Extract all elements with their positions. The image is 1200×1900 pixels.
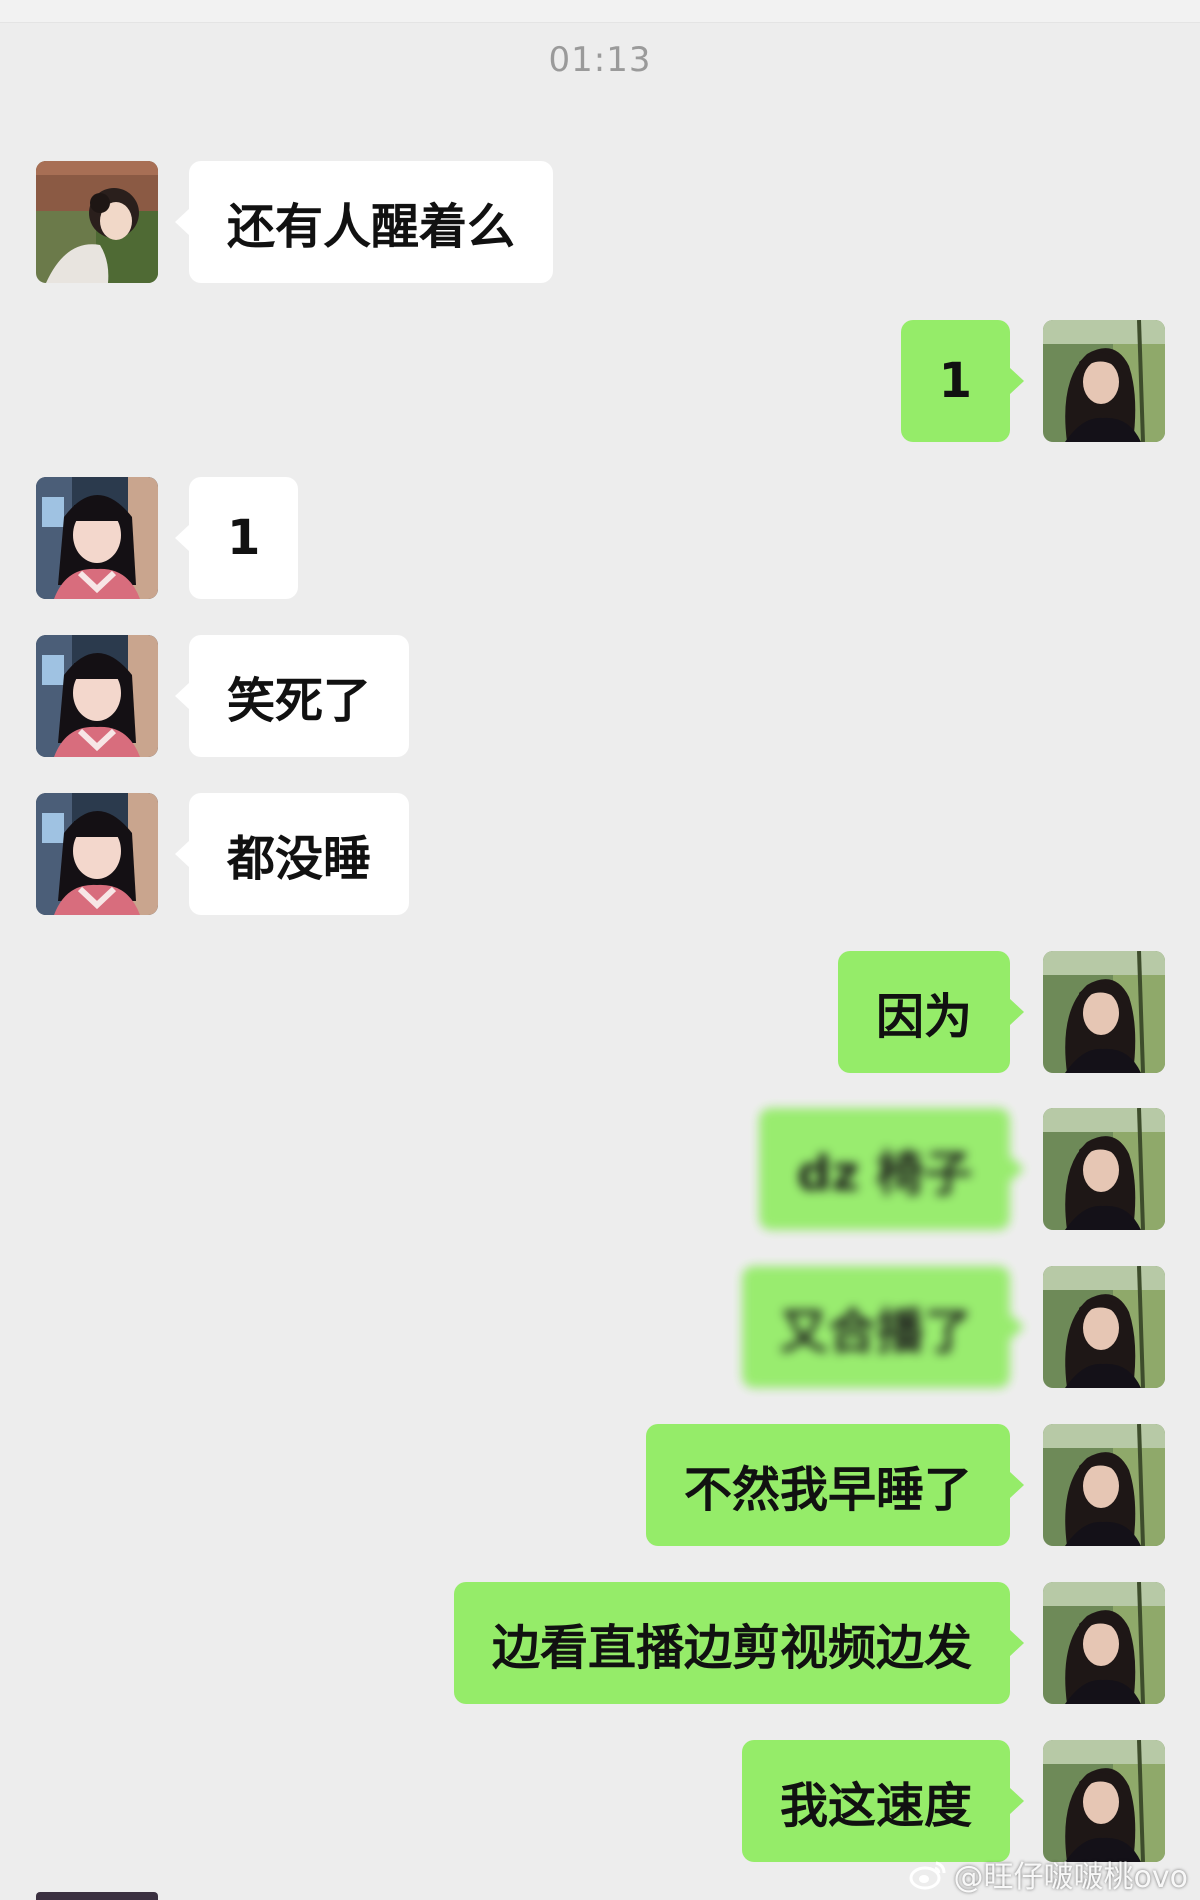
sent-message-bubble[interactable]: 又合播了 xyxy=(741,1266,1025,1388)
contact-avatar[interactable] xyxy=(36,635,158,757)
sent-message-bubble[interactable]: 1 xyxy=(900,320,1025,442)
next-message-avatar-edge xyxy=(36,1892,158,1900)
self-avatar[interactable] xyxy=(1043,320,1165,442)
sent-message-bubble[interactable]: dz 椅子 xyxy=(758,1108,1025,1230)
message-row: 边看直播边剪视频边发 xyxy=(0,1582,1200,1704)
message-row: 因为 xyxy=(0,951,1200,1073)
weibo-icon xyxy=(909,1861,946,1890)
sent-message-bubble[interactable]: 边看直播边剪视频边发 xyxy=(453,1582,1025,1704)
received-message-bubble[interactable]: 笑死了 xyxy=(174,635,410,757)
self-avatar[interactable] xyxy=(1043,1266,1165,1388)
top-strip xyxy=(0,0,1200,23)
contact-avatar[interactable] xyxy=(36,161,158,283)
message-row: 还有人醒着么 xyxy=(0,161,1200,283)
message-row: 1 xyxy=(0,477,1200,599)
message-row: 不然我早睡了 xyxy=(0,1424,1200,1546)
message-row: 都没睡 xyxy=(0,793,1200,915)
message-timestamp: 01:13 xyxy=(548,40,652,80)
self-avatar[interactable] xyxy=(1043,1424,1165,1546)
message-row: 我这速度 xyxy=(0,1740,1200,1862)
sent-message-bubble[interactable]: 因为 xyxy=(837,951,1025,1073)
self-avatar[interactable] xyxy=(1043,1108,1165,1230)
self-avatar[interactable] xyxy=(1043,1740,1165,1862)
watermark-text: @旺仔啵啵桃ovo xyxy=(953,1860,1188,1895)
message-row: 笑死了 xyxy=(0,635,1200,757)
received-message-bubble[interactable]: 都没睡 xyxy=(174,793,410,915)
sent-message-bubble[interactable]: 我这速度 xyxy=(741,1740,1025,1862)
message-row: dz 椅子 xyxy=(0,1108,1200,1230)
message-row: 1 xyxy=(0,320,1200,442)
self-avatar[interactable] xyxy=(1043,951,1165,1073)
received-message-bubble[interactable]: 还有人醒着么 xyxy=(174,161,554,283)
contact-avatar[interactable] xyxy=(36,477,158,599)
message-row: 又合播了 xyxy=(0,1266,1200,1388)
received-message-bubble[interactable]: 1 xyxy=(174,477,299,599)
contact-avatar[interactable] xyxy=(36,793,158,915)
self-avatar[interactable] xyxy=(1043,1582,1165,1704)
sent-message-bubble[interactable]: 不然我早睡了 xyxy=(645,1424,1025,1546)
weibo-watermark: @旺仔啵啵桃ovo xyxy=(908,1852,1188,1896)
